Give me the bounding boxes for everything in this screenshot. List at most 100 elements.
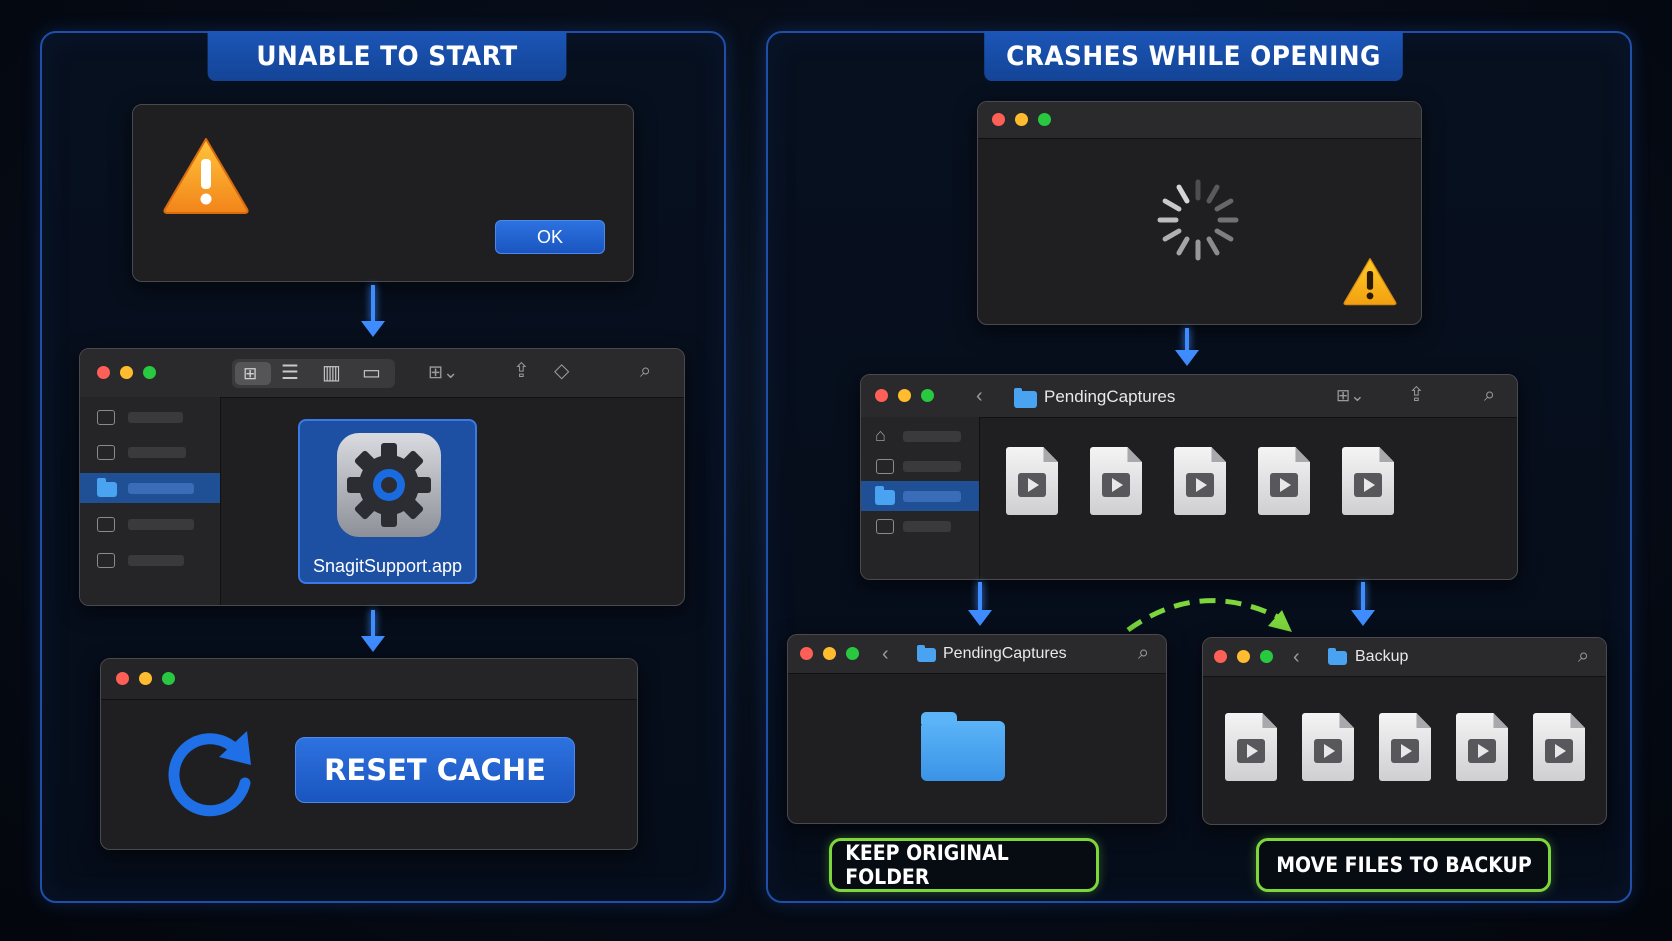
gear-icon (337, 433, 441, 537)
move-files-to-backup-label: MOVE FILES TO BACKUP (1256, 838, 1551, 892)
flow-arrow (361, 610, 385, 652)
flow-arrow (1175, 328, 1199, 366)
video-file-icon[interactable] (1302, 713, 1354, 781)
zoom-button[interactable] (162, 672, 175, 685)
play-icon (1391, 739, 1419, 764)
video-file-icon[interactable] (1456, 713, 1508, 781)
play-icon (1186, 473, 1214, 498)
folder-icon (1014, 388, 1037, 408)
group-icon[interactable]: ⊞⌄ (428, 362, 458, 382)
reset-cache-button[interactable]: RESET CACHE (295, 737, 575, 803)
spinner-tick (1162, 198, 1182, 212)
panel-title: CRASHES WHILE OPENING (984, 31, 1403, 81)
file-grid (1225, 713, 1605, 785)
spinner-tick (1162, 228, 1182, 242)
play-icon (1314, 739, 1342, 764)
video-file-icon[interactable] (1174, 447, 1226, 515)
grid-icon: ⊞ (243, 364, 258, 383)
sidebar-item-selected[interactable] (861, 481, 979, 511)
app-name-label: SnagitSupport.app (312, 556, 463, 576)
back-icon[interactable]: ‹ (1293, 647, 1300, 667)
sidebar-item[interactable] (80, 402, 220, 432)
column-view-icon[interactable]: ▥ (322, 363, 341, 383)
close-button[interactable] (800, 647, 813, 660)
zoom-button[interactable] (1260, 650, 1273, 663)
folder-icon (921, 712, 1005, 781)
share-icon[interactable]: ⇪ (1408, 385, 1425, 405)
sidebar (80, 397, 221, 605)
reset-window: RESET CACHE (100, 658, 638, 850)
flow-arrow (1351, 582, 1375, 626)
minimize-button[interactable] (139, 672, 152, 685)
search-icon[interactable]: ⌕ (640, 361, 651, 381)
sidebar-item[interactable] (80, 437, 220, 467)
gallery-view-icon[interactable]: ▭ (362, 363, 381, 383)
folder-icon (917, 645, 936, 662)
search-icon[interactable]: ⌕ (1484, 385, 1495, 405)
list-view-icon[interactable]: ☰ (281, 363, 299, 383)
minimize-button[interactable] (1237, 650, 1250, 663)
backup-window: ‹ Backup ⌕ (1202, 637, 1607, 825)
video-file-icon[interactable] (1533, 713, 1585, 781)
spinner-tick (1214, 228, 1234, 242)
spinner-tick (1206, 184, 1220, 204)
share-icon[interactable]: ⇪ (513, 361, 530, 381)
video-file-icon[interactable] (1342, 447, 1394, 515)
sidebar-item-home[interactable]: ⌂ (861, 421, 979, 451)
minimize-button[interactable] (120, 366, 133, 379)
folder-title: PendingCaptures (943, 645, 1067, 662)
finder-window: ⊞ ☰ ▥ ▭ ⊞⌄ ⇪ ◇ ⌕ SnagitSupport.app (79, 348, 685, 606)
folder-icon (1328, 648, 1347, 665)
close-button[interactable] (1214, 650, 1227, 663)
video-file-icon[interactable] (1225, 713, 1277, 781)
grid-icon[interactable]: ⊞⌄ (1336, 386, 1365, 406)
home-icon: ⌂ (875, 425, 886, 445)
sidebar-item[interactable] (80, 509, 220, 539)
play-icon (1545, 739, 1573, 764)
search-icon[interactable]: ⌕ (1578, 646, 1589, 666)
minimize-button[interactable] (1015, 113, 1028, 126)
warning-icon (163, 138, 249, 214)
ok-button[interactable]: OK (495, 220, 605, 254)
pending-captures-window: ‹ PendingCaptures ⊞⌄ ⇪ ⌕ ⌂ (860, 374, 1518, 580)
zoom-button[interactable] (1038, 113, 1051, 126)
tag-icon[interactable]: ◇ (554, 361, 569, 381)
folder-title: PendingCaptures (1044, 387, 1176, 406)
folder-icon (875, 486, 895, 505)
spinner-tick (1176, 184, 1190, 204)
video-file-icon[interactable] (1258, 447, 1310, 515)
play-icon (1102, 473, 1130, 498)
close-button[interactable] (116, 672, 129, 685)
sidebar-item[interactable] (80, 545, 220, 575)
play-icon (1270, 473, 1298, 498)
sidebar-item[interactable] (861, 451, 979, 481)
close-button[interactable] (992, 113, 1005, 126)
play-icon (1468, 739, 1496, 764)
search-icon[interactable]: ⌕ (1138, 643, 1149, 663)
minimize-button[interactable] (898, 389, 911, 402)
zoom-button[interactable] (846, 647, 859, 660)
sidebar-item-selected[interactable] (80, 473, 220, 503)
play-icon (1354, 473, 1382, 498)
folder-title: Backup (1355, 648, 1409, 665)
video-file-icon[interactable] (1006, 447, 1058, 515)
sidebar-item[interactable] (861, 511, 979, 541)
close-button[interactable] (875, 389, 888, 402)
flow-arrow (968, 582, 992, 626)
back-icon[interactable]: ‹ (976, 386, 983, 406)
video-file-icon[interactable] (1379, 713, 1431, 781)
warning-icon (1343, 257, 1397, 306)
flow-arrow (361, 285, 385, 337)
video-file-icon[interactable] (1090, 447, 1142, 515)
minimize-button[interactable] (823, 647, 836, 660)
back-icon[interactable]: ‹ (882, 644, 889, 664)
panel-title: UNABLE TO START (207, 31, 567, 81)
error-dialog: OK (132, 104, 634, 282)
spinner-icon (1157, 179, 1239, 261)
zoom-button[interactable] (143, 366, 156, 379)
refresh-icon (168, 731, 251, 817)
zoom-button[interactable] (921, 389, 934, 402)
close-button[interactable] (97, 366, 110, 379)
spinner-tick (1206, 236, 1220, 256)
app-item-selected[interactable]: SnagitSupport.app (298, 419, 477, 584)
